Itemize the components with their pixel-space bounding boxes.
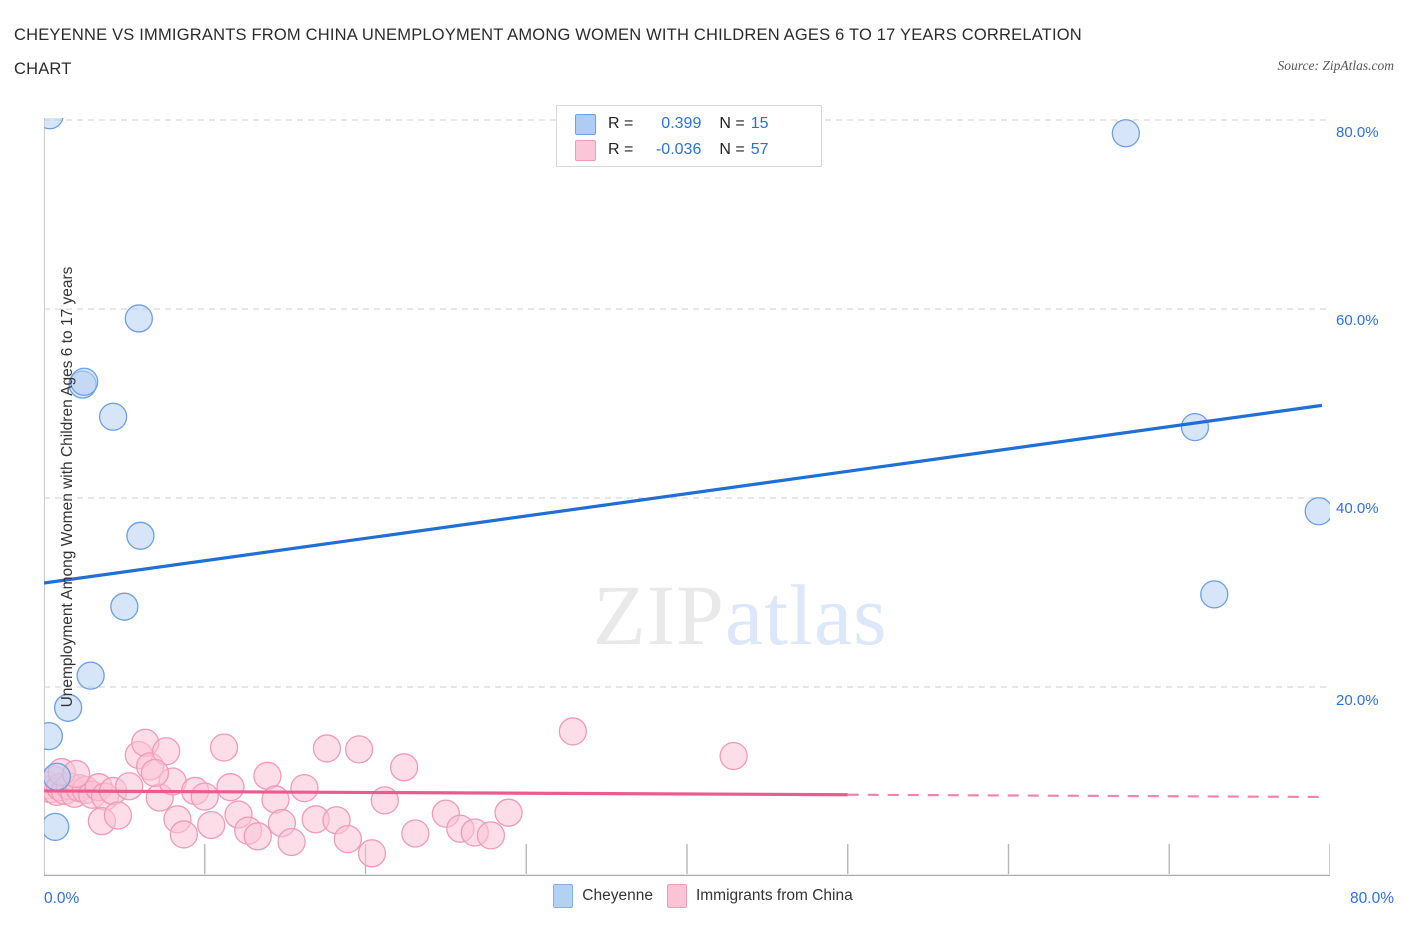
legend-marker-cheyenne [553,884,574,908]
data-point [140,758,170,788]
legend-swatch-immigrants-from-china [575,139,596,161]
data-point [243,822,272,851]
y-tick-60: 60.0% [1336,312,1379,329]
correlation-stats-legend: R = 0.399 N = 15 R = -0.036 N = 57 [556,105,822,167]
data-point [333,824,362,854]
y-tick-20: 20.0% [1336,692,1379,709]
data-point [253,761,282,790]
legend-marker-immigrants-from-china [666,884,687,908]
data-point [126,521,155,550]
trendline-cheyenne [44,403,1323,585]
data-point [169,820,199,849]
data-point [209,733,239,762]
data-point [190,782,219,811]
r-value-immigrants-from-china: -0.036 [655,141,702,158]
n-value-cheyenne: 15 [750,115,769,132]
stats-row-immigrants-from-china: R = -0.036 N = 57 [557,137,821,163]
data-point [277,827,306,857]
data-point [44,118,64,130]
data-point [719,741,748,771]
source-label: Source: ZipAtlas.com [1277,58,1394,73]
title-line-1: CHEYENNE VS IMMIGRANTS FROM CHINA UNEMPL… [14,26,1082,44]
data-point [344,735,374,764]
data-point [1200,580,1229,609]
data-point [197,810,226,840]
data-point [290,773,319,803]
chart-plot-area: ZIPatlas Unemployment Among Women with C… [44,118,1330,876]
n-label-immigrants-from-china: N = [719,141,745,158]
data-point [110,592,139,621]
y-axis-title: Unemployment Among Women with Children A… [59,266,76,708]
data-point [103,801,133,830]
trendline-dashed [847,793,1322,799]
r-label-immigrants-from-china: R = [608,141,634,158]
series-cheyenne [44,118,1330,842]
data-point [476,821,506,850]
data-point [124,304,153,333]
data-point [312,734,342,763]
data-point [401,819,430,848]
r-value-cheyenne: 0.399 [661,115,702,132]
n-label-cheyenne: N = [719,115,745,132]
data-point [261,785,290,814]
r-label-cheyenne: R = [608,115,634,132]
stats-row-cheyenne: R = 0.399 N = 15 [557,111,821,137]
legend-label-immigrants-from-china: Immigrants from China [695,887,853,904]
data-point [76,661,105,690]
legend-item-immigrants-from-china[interactable]: Immigrants from China [666,884,853,908]
series-legend: Cheyenne Immigrants from China [0,884,1406,908]
legend-item-cheyenne[interactable]: Cheyenne [553,884,653,908]
data-point [389,753,419,782]
data-point [494,798,523,827]
title-line-2: CHART [14,60,72,78]
page-title: CHEYENNE VS IMMIGRANTS FROM CHINA UNEMPL… [14,18,1214,86]
data-point [1304,497,1330,526]
n-value-immigrants-from-china: 57 [750,141,769,158]
data-point [98,402,128,431]
data-point [216,773,245,802]
data-point [558,717,588,746]
data-point [357,839,387,868]
data-point [115,772,144,801]
data-point [1111,119,1140,148]
legend-swatch-cheyenne [575,113,596,135]
data-point [44,812,70,842]
y-tick-80: 80.0% [1336,124,1379,141]
scatter-chart-svg [44,118,1330,876]
y-tick-40: 40.0% [1336,500,1379,517]
data-point [1180,412,1210,442]
data-point [44,762,72,791]
legend-label-cheyenne: Cheyenne [582,887,653,904]
